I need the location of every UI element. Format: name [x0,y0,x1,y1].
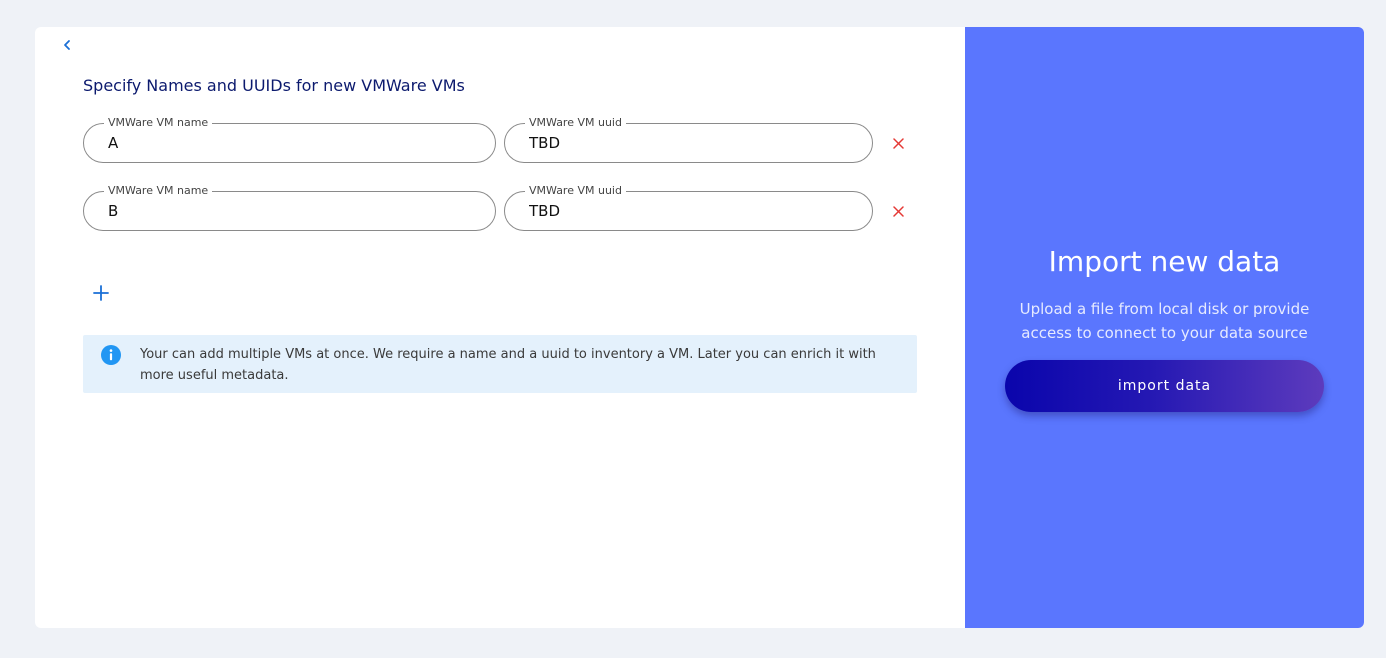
plus-icon [93,285,109,301]
import-data-button[interactable]: import data [1005,360,1324,412]
close-icon [892,205,904,217]
vm-name-label: VMWare VM name [104,116,213,130]
main-card: Specify Names and UUIDs for new VMWare V… [35,27,1364,628]
vm-uuid-label: VMWare VM uuid [525,184,626,198]
import-title: Import new data [1048,245,1281,278]
add-row-button[interactable] [91,283,111,303]
remove-row-button[interactable] [889,134,907,152]
remove-row-button[interactable] [889,202,907,220]
vm-uuid-input[interactable] [529,134,856,152]
import-subtitle: Upload a file from local disk or provide… [1019,300,1310,342]
back-button[interactable] [58,36,76,54]
vm-uuid-field[interactable]: VMWare VM uuid [504,116,873,163]
vm-name-field[interactable]: VMWare VM name [83,184,496,231]
info-message: Your can add multiple VMs at once. We re… [140,347,876,383]
vm-uuid-input[interactable] [529,202,856,220]
page-title: Specify Names and UUIDs for new VMWare V… [83,76,465,95]
close-icon [892,137,904,149]
vm-row: VMWare VM name VMWare VM uuid [83,184,923,231]
info-icon [101,345,121,365]
vm-uuid-label: VMWare VM uuid [525,116,626,130]
chevron-left-icon [64,40,70,50]
vm-name-label: VMWare VM name [104,184,213,198]
vm-uuid-field[interactable]: VMWare VM uuid [504,184,873,231]
import-panel: Import new data Upload a file from local… [965,27,1364,628]
vm-row: VMWare VM name VMWare VM uuid [83,116,923,163]
form-panel: Specify Names and UUIDs for new VMWare V… [35,27,965,628]
vm-name-input[interactable] [108,134,479,152]
info-alert: Your can add multiple VMs at once. We re… [83,335,917,393]
vm-name-field[interactable]: VMWare VM name [83,116,496,163]
vm-name-input[interactable] [108,202,479,220]
